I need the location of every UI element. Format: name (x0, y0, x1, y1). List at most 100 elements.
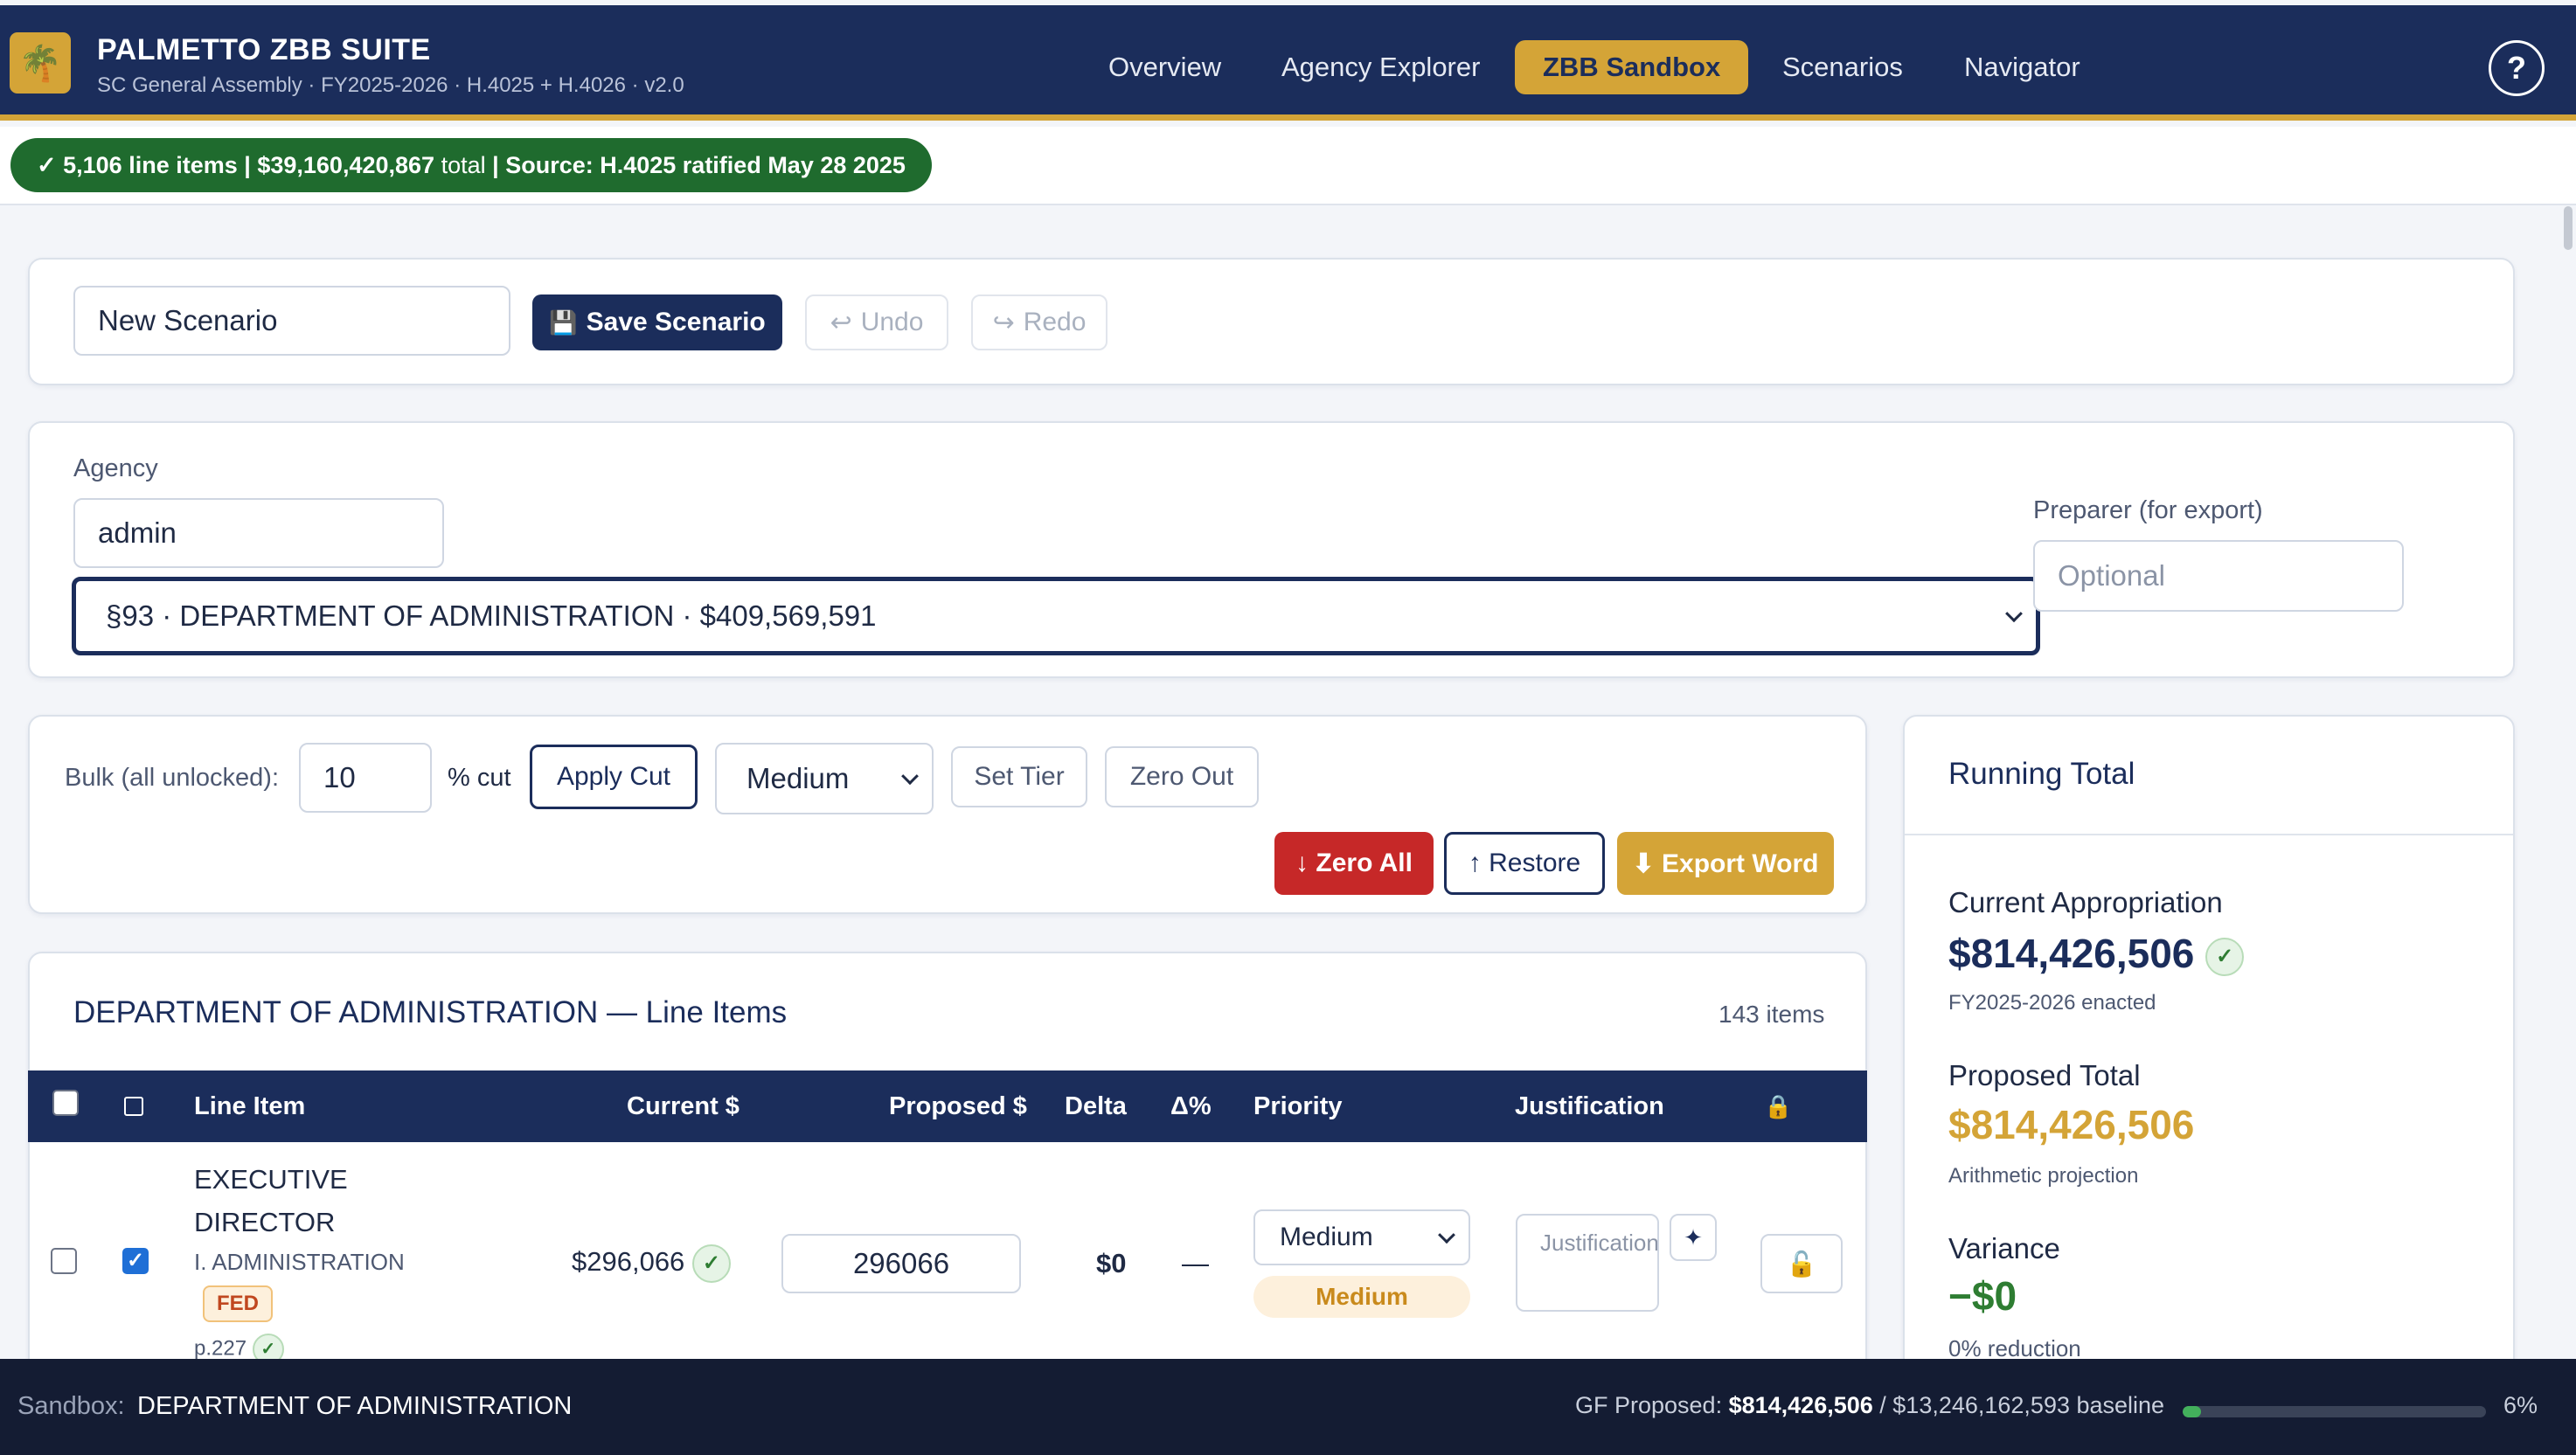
proposed-amount-input[interactable]: 296066 (781, 1234, 1021, 1293)
nav-tab-navigator[interactable]: Navigator (1936, 40, 2108, 94)
redo-button[interactable]: ↪ Redo (971, 294, 1107, 350)
current-appropriation-amount: $814,426,506 (1948, 931, 2195, 976)
gf-progress-bar (2183, 1406, 2486, 1417)
running-total-title: Running Total (1948, 757, 2135, 791)
agency-select-value: §93 · DEPARTMENT OF ADMINISTRATION · $40… (106, 599, 877, 632)
nav-tab-agency-explorer[interactable]: Agency Explorer (1253, 40, 1508, 94)
export-word-button[interactable]: ⬇ Export Word (1617, 832, 1834, 895)
line-items-count: 143 items (1718, 1001, 1825, 1028)
priority-select[interactable]: Medium (1253, 1209, 1470, 1265)
sandbox-agency: DEPARTMENT OF ADMINISTRATION (137, 1392, 573, 1420)
agency-search-input[interactable]: admin (73, 498, 444, 568)
undo-button[interactable]: ↩ Undo (805, 294, 948, 350)
page-reference-text: p.227 (194, 1336, 247, 1361)
column-header-proposed: Proposed $ (889, 1092, 1027, 1120)
nav-tab-zbb-sandbox[interactable]: ZBB Sandbox (1515, 40, 1749, 94)
sandbox-label: Sandbox: (17, 1392, 125, 1420)
source-text: Source: H.4025 ratified May 28 2025 (505, 152, 906, 178)
percent-cut-label: % cut (448, 764, 511, 792)
total-word: total (441, 152, 486, 178)
restore-button[interactable]: ↑ Restore (1444, 832, 1605, 895)
priority-select-value: Medium (1280, 1223, 1373, 1251)
gf-proposed-summary: GF Proposed: $814,426,506 / $13,246,162,… (1575, 1392, 2164, 1419)
preparer-placeholder: Optional (2058, 559, 2165, 592)
page-scrollbar[interactable] (2564, 206, 2573, 250)
gf-progress-fill (2183, 1406, 2201, 1417)
bulk-actions-card: Bulk (all unlocked): 10 % cut Apply Cut … (28, 715, 1867, 914)
column-header-priority: Priority (1253, 1092, 1343, 1120)
delta-amount: $0 (1096, 1248, 1127, 1278)
proposed-total-note: Arithmetic projection (1948, 1164, 2139, 1188)
total-amount: $39,160,420,867 (257, 152, 435, 178)
bulk-label: Bulk (all unlocked): (65, 764, 279, 792)
verified-check-icon: ✓ (691, 1244, 731, 1283)
line-items-table-header: Line Item Current $ Proposed $ Delta Δ% … (28, 1070, 1867, 1142)
variance-value: −$0 (1948, 1273, 2017, 1319)
proposed-total-value: $814,426,506 (1948, 1102, 2195, 1147)
chevron-down-icon (1438, 1226, 1455, 1244)
scenario-card: New Scenario 💾 Save Scenario ↩ Undo ↪ Re… (28, 258, 2515, 385)
gf-baseline: / $13,246,162,593 baseline (1879, 1392, 2165, 1418)
variance-label: Variance (1948, 1232, 2060, 1264)
nav-tab-overview[interactable]: Overview (1080, 40, 1249, 94)
undo-label: Undo (860, 308, 924, 336)
line-item-program: I. ADMINISTRATION (194, 1249, 405, 1275)
row-select-checkbox[interactable] (51, 1248, 77, 1274)
redo-icon: ↪ (992, 308, 1015, 337)
apply-cut-button[interactable]: Apply Cut (530, 745, 698, 809)
proposed-total-label: Proposed Total (1948, 1059, 2141, 1091)
data-status-bar: ✓ 5,106 line items | $39,160,420,867 tot… (0, 127, 2576, 205)
lock-column-icon: 🔒 (1764, 1093, 1793, 1119)
zero-out-button[interactable]: Zero Out (1105, 746, 1259, 807)
preparer-input[interactable]: Optional (2033, 540, 2404, 612)
row-include-checkbox[interactable]: ✓ (122, 1248, 149, 1274)
select-all-checkbox[interactable] (52, 1090, 79, 1116)
justification-textarea[interactable]: Justification… (1516, 1214, 1659, 1312)
top-nav-bar: 🌴 PALMETTO ZBB SUITE SC General Assembly… (0, 5, 2576, 121)
line-item-name-line1: EXECUTIVE (194, 1164, 348, 1195)
column-header-delta: Delta (1065, 1092, 1127, 1120)
unlock-icon[interactable]: 🔓 (1760, 1234, 1843, 1293)
scenario-name-input[interactable]: New Scenario (73, 286, 510, 356)
redo-label: Redo (1023, 308, 1087, 336)
gf-percent: 6% (2503, 1392, 2538, 1418)
line-items-count: ✓ 5,106 line items (37, 152, 238, 178)
set-tier-button[interactable]: Set Tier (951, 746, 1087, 807)
separator: | (492, 152, 499, 178)
save-scenario-label: Save Scenario (586, 308, 766, 336)
gf-proposed-value: $814,426,506 (1728, 1392, 1873, 1418)
chevron-down-icon (901, 767, 919, 786)
palmetto-tree-icon: 🌴 (10, 32, 71, 94)
data-status-badge: ✓ 5,106 line items | $39,160,420,867 tot… (10, 138, 932, 192)
chevron-down-icon (2005, 605, 2023, 623)
help-button[interactable]: ? (2489, 40, 2545, 96)
ai-suggest-sparkle-icon[interactable]: ✦ (1670, 1214, 1717, 1261)
running-total-card: Running Total Current Appropriation $814… (1903, 715, 2515, 1406)
app-subtitle: SC General Assembly · FY2025-2026 · H.40… (97, 73, 684, 97)
toggle-all-checkbox[interactable] (124, 1097, 143, 1116)
verified-check-icon: ✓ (2205, 937, 2245, 976)
delta-percent: — (1182, 1248, 1209, 1278)
line-items-title: DEPARTMENT OF ADMINISTRATION — Line Item… (73, 995, 788, 1029)
current-amount: $296,066 ✓ (572, 1244, 731, 1283)
bulk-tier-value: Medium (746, 762, 850, 794)
column-header-delta-percent: Δ% (1170, 1092, 1212, 1120)
agency-select[interactable]: §93 · DEPARTMENT OF ADMINISTRATION · $40… (72, 577, 2040, 655)
current-amount-value: $296,066 (572, 1246, 685, 1278)
justification-placeholder: Justification… (1540, 1230, 1659, 1256)
divider (1905, 834, 2513, 835)
column-header-justification: Justification (1515, 1092, 1664, 1120)
fund-tag-badge: FED (203, 1285, 273, 1322)
current-appropriation-value: $814,426,506 ✓ (1948, 930, 2245, 977)
save-scenario-button[interactable]: 💾 Save Scenario (532, 294, 782, 350)
line-item-name-line2: DIRECTOR (194, 1207, 336, 1237)
zero-all-button[interactable]: ↓ Zero All (1274, 832, 1434, 895)
app-title: PALMETTO ZBB SUITE (97, 33, 431, 66)
bulk-percent-input[interactable]: 10 (299, 743, 432, 813)
agency-label: Agency (73, 454, 158, 482)
column-header-current: Current $ (627, 1092, 739, 1120)
column-header-line-item: Line Item (194, 1092, 306, 1120)
bulk-tier-select[interactable]: Medium (715, 743, 934, 814)
nav-tab-scenarios[interactable]: Scenarios (1754, 40, 1931, 94)
floppy-disk-icon: 💾 (549, 308, 578, 336)
